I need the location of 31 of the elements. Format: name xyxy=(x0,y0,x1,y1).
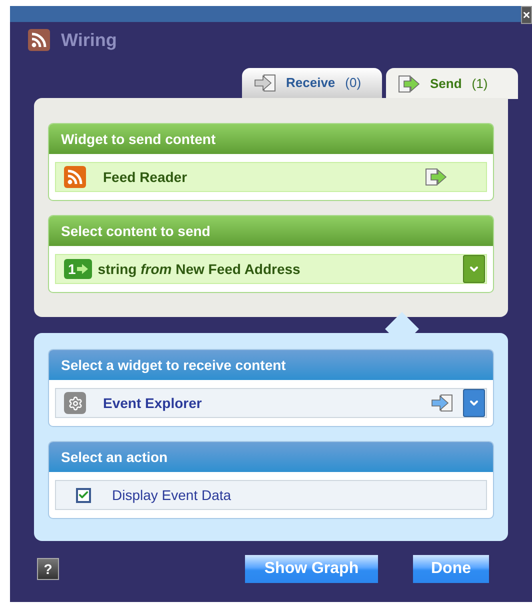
selection-row[interactable]: Feed Reader xyxy=(55,162,487,192)
close-icon xyxy=(522,10,531,20)
check-icon xyxy=(78,489,89,501)
rss-icon xyxy=(28,29,50,51)
badge-number: 1 xyxy=(68,260,76,278)
window-title: Wiring xyxy=(61,28,117,52)
section-header: Widget to send content xyxy=(49,124,493,154)
content-label: string from New Feed Address xyxy=(98,260,302,279)
send-arrow-icon xyxy=(425,168,447,186)
rss-icon xyxy=(64,166,86,188)
section-header: Select a widget to receive content xyxy=(49,350,493,380)
receive-arrow-icon xyxy=(431,394,453,412)
arrow-icon xyxy=(76,264,88,274)
selection-row[interactable]: Display Event Data xyxy=(55,480,487,510)
help-button[interactable]: ? xyxy=(37,558,59,580)
selection-row[interactable]: Event Explorer xyxy=(55,388,487,418)
gear-drawing xyxy=(68,396,82,410)
dropdown-button[interactable] xyxy=(463,389,485,417)
close-button[interactable] xyxy=(521,6,532,24)
send-arrow-icon xyxy=(398,74,420,92)
tab[interactable]: Receive (0) xyxy=(242,68,382,98)
receive-arrow-icon xyxy=(254,74,276,92)
dropdown-button[interactable] xyxy=(463,255,485,283)
selection-row[interactable]: 1 string from New Feed Address xyxy=(55,254,487,284)
section-header: Select an action xyxy=(49,442,493,472)
action-label: Display Event Data xyxy=(112,486,232,505)
checkbox[interactable] xyxy=(76,488,91,502)
widget-name: Event Explorer xyxy=(103,394,203,413)
section-header: Select content to send xyxy=(49,216,493,246)
tab[interactable]: Send (1) xyxy=(386,68,518,99)
widget-name: Feed Reader xyxy=(103,168,188,186)
